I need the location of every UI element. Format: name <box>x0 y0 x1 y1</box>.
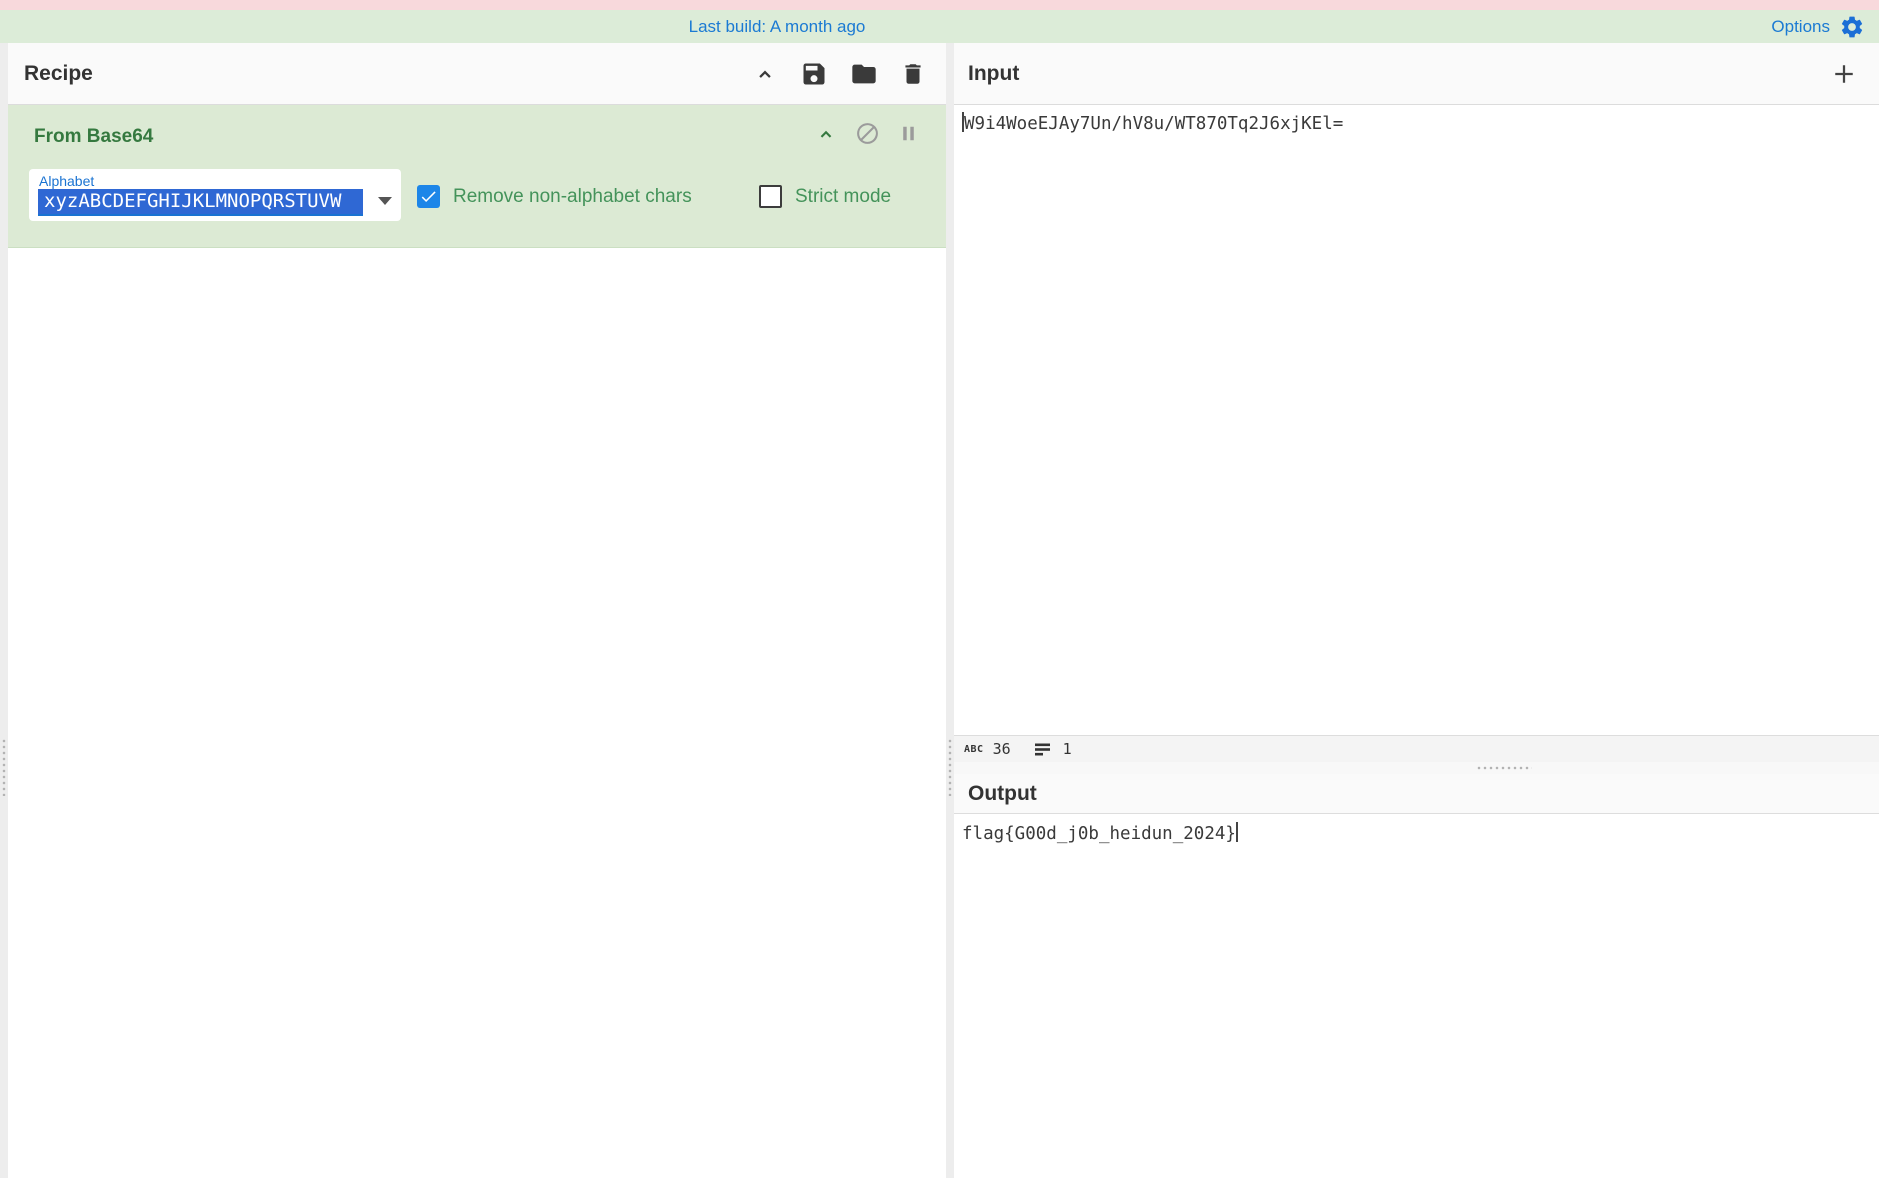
abc-count-icon: ABC <box>964 743 984 755</box>
checkbox-label: Remove non-alphabet chars <box>453 185 692 207</box>
recipe-header: Recipe <box>8 43 946 105</box>
collapse-chevron-icon[interactable] <box>752 61 778 87</box>
splitter-handle-dots[interactable] <box>1476 766 1532 770</box>
operation-from-base64[interactable]: From Base64 Alphabet xyzABCDEFGHIJKLMNOP… <box>8 105 946 248</box>
alphabet-input[interactable]: xyzABCDEFGHIJKLMNOPQRSTUVW <box>38 189 363 216</box>
alphabet-selected-text: xyzABCDEFGHIJKLMNOPQRSTUVW <box>38 189 363 214</box>
line-count: 1 <box>1062 740 1072 758</box>
input-text: W9i4WoeEJAy7Un/hV8u/WT870Tq2J6xjKEl= <box>964 114 1344 134</box>
folder-icon[interactable] <box>850 60 878 88</box>
chevron-down-icon[interactable] <box>378 197 392 205</box>
build-banner: Last build: A month ago Options <box>0 10 1879 43</box>
line-count-icon <box>1034 741 1054 757</box>
char-count: 36 <box>992 740 1011 758</box>
output-header: Output <box>954 774 1879 814</box>
recipe-panel: Recipe From Base64 Alphabet xyzABCDEFGHI… <box>8 43 946 1178</box>
operations-panel-resizer[interactable] <box>0 43 8 1178</box>
remove-non-alphabet-checkbox[interactable]: Remove non-alphabet chars <box>417 185 692 208</box>
gear-icon[interactable] <box>1839 14 1865 40</box>
input-editor[interactable]: W9i4WoeEJAy7Un/hV8u/WT870Tq2J6xjKEl= <box>954 105 1879 735</box>
disable-icon[interactable] <box>855 121 880 146</box>
input-title: Input <box>968 61 1020 85</box>
options-label: Options <box>1771 16 1830 36</box>
output-text: flag{G00d_j0b_heidun_2024} <box>962 824 1236 844</box>
options-button[interactable]: Options <box>1771 10 1865 43</box>
strict-mode-checkbox[interactable]: Strict mode <box>759 185 891 208</box>
last-build-link[interactable]: Last build: A month ago <box>689 17 866 37</box>
io-panel: Input W9i4WoeEJAy7Un/hV8u/WT870Tq2J6xjKE… <box>954 43 1879 1178</box>
top-pink-strip <box>0 0 1879 10</box>
trash-icon[interactable] <box>900 61 926 87</box>
input-header: Input <box>954 43 1879 105</box>
save-icon[interactable] <box>800 60 828 88</box>
operation-name[interactable]: From Base64 <box>34 126 153 148</box>
cyberchef-app: Last build: A month ago Options Recipe F… <box>0 0 1879 1178</box>
recipe-io-resizer[interactable] <box>946 43 954 1178</box>
checkbox-checked-icon[interactable] <box>417 185 440 208</box>
checkbox-label: Strict mode <box>795 185 892 207</box>
alphabet-label: Alphabet <box>39 173 95 189</box>
input-status-bar: ABC 36 1 <box>954 735 1879 762</box>
pause-icon[interactable] <box>897 122 920 145</box>
collapse-chevron-icon[interactable] <box>814 122 838 146</box>
recipe-title: Recipe <box>24 61 93 85</box>
output-title: Output <box>968 781 1037 805</box>
resizer-handle-dots[interactable] <box>948 738 952 796</box>
input-output-splitter[interactable] <box>954 762 1879 774</box>
output-editor[interactable]: flag{G00d_j0b_heidun_2024} <box>954 814 1879 1178</box>
plus-icon[interactable] <box>1829 59 1859 89</box>
text-cursor <box>1235 822 1238 842</box>
alphabet-arg: Alphabet xyzABCDEFGHIJKLMNOPQRSTUVW <box>29 169 401 221</box>
resizer-handle-dots[interactable] <box>2 738 6 796</box>
checkbox-unchecked-icon[interactable] <box>759 185 782 208</box>
